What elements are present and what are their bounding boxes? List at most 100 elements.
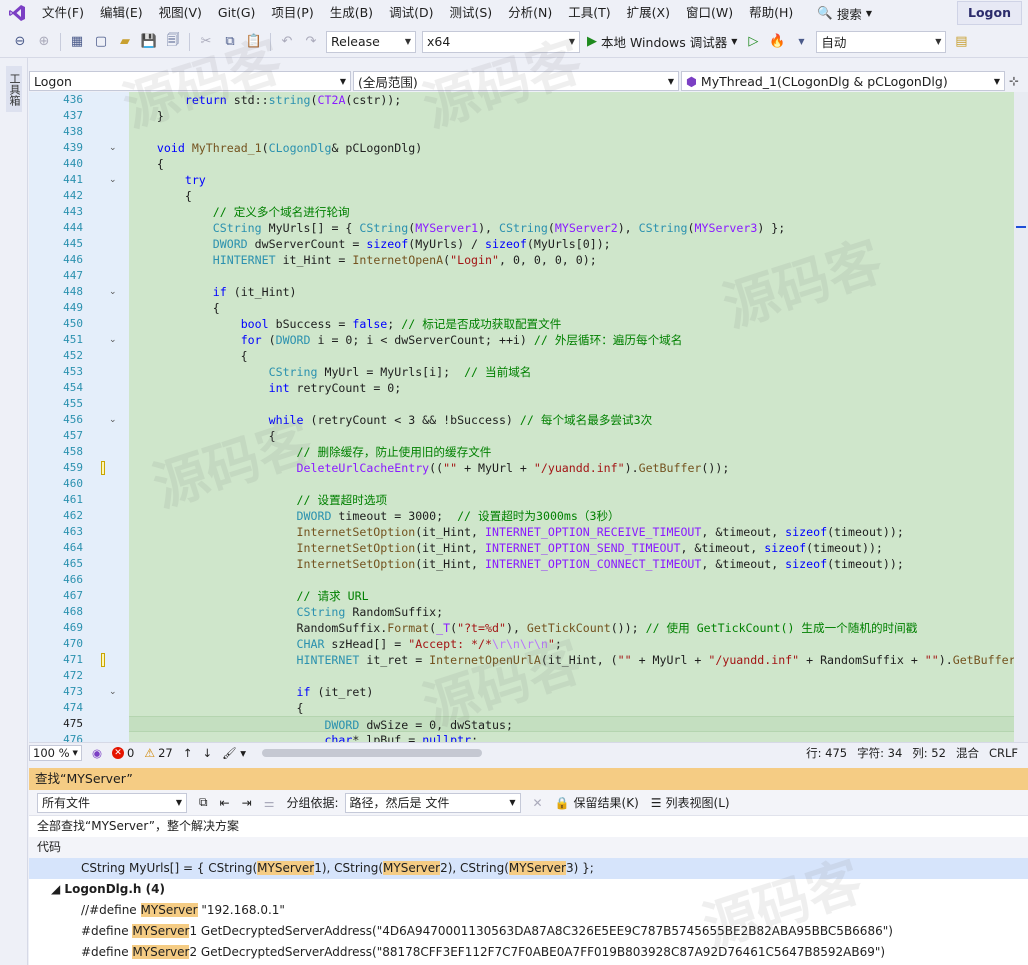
- code-line[interactable]: 474 {: [29, 700, 1028, 716]
- code-text[interactable]: {: [129, 428, 1028, 444]
- code-line[interactable]: 464 InternetSetOption(it_Hint, INTERNET_…: [29, 540, 1028, 556]
- list-view-button[interactable]: ☰ 列表视图(L): [651, 794, 730, 811]
- code-line[interactable]: 461 // 设置超时选项: [29, 492, 1028, 508]
- keep-results-button[interactable]: 🔒 保留结果(K): [555, 794, 639, 811]
- fold-chevron-icon[interactable]: ⌄: [109, 175, 119, 185]
- code-line[interactable]: 457 {: [29, 428, 1028, 444]
- horizontal-scrollbar[interactable]: [262, 748, 483, 757]
- code-text[interactable]: DWORD dwServerCount = sizeof(MyUrls) / s…: [129, 236, 1028, 252]
- save-all-icon[interactable]: 🗐: [162, 31, 184, 53]
- fold-chevron-icon[interactable]: ⌄: [109, 143, 119, 153]
- code-line[interactable]: 467 // 请求 URL: [29, 588, 1028, 604]
- code-line[interactable]: 443 // 定义多个域名进行轮询: [29, 204, 1028, 220]
- code-line[interactable]: 446 HINTERNET it_Hint = InternetOpenA("L…: [29, 252, 1028, 268]
- clear-icon[interactable]: ✕: [533, 796, 543, 810]
- code-text[interactable]: {: [129, 156, 1028, 172]
- search-button[interactable]: 🔍 搜索 ▼: [809, 2, 880, 24]
- code-line[interactable]: 472: [29, 668, 1028, 684]
- code-text[interactable]: if (it_ret): [129, 684, 1028, 700]
- previous-issue-icon[interactable]: ↑: [183, 746, 193, 760]
- new-project-icon[interactable]: ▦: [66, 31, 88, 53]
- code-text[interactable]: HINTERNET it_ret = InternetOpenUrlA(it_H…: [129, 652, 1028, 668]
- error-count[interactable]: ✕ 0: [111, 746, 134, 760]
- vertical-scrollbar[interactable]: [1014, 92, 1028, 742]
- previous-result-icon[interactable]: ⇤: [220, 796, 230, 810]
- code-text[interactable]: char* lpBuf = nullptr;: [129, 732, 1028, 742]
- code-line[interactable]: 448 ⌄ if (it_Hint): [29, 284, 1028, 300]
- code-line[interactable]: 476 char* lpBuf = nullptr;: [29, 732, 1028, 742]
- warning-count[interactable]: ⚠ 27: [144, 746, 172, 760]
- char-position[interactable]: 字符: 34: [857, 745, 902, 761]
- group-by-select[interactable]: 路径，然后是 文件 ▼: [344, 792, 521, 813]
- member-select[interactable]: ⬢ MyThread_1(CLogonDlg & pCLogonDlg) ▼: [681, 71, 1005, 91]
- chevron-down-icon[interactable]: ▼: [790, 31, 812, 53]
- fold-chevron-icon[interactable]: ⌄: [109, 687, 119, 697]
- solution-name-badge[interactable]: Logon: [957, 1, 1022, 25]
- code-line[interactable]: 450 bool bSuccess = false; // 标记是否成功获取配置…: [29, 316, 1028, 332]
- save-icon[interactable]: 💾: [138, 31, 160, 53]
- fold-chevron-icon[interactable]: ⌄: [109, 415, 119, 425]
- code-line[interactable]: 462 DWORD timeout = 3000; // 设置超时为3000ms…: [29, 508, 1028, 524]
- back-icon[interactable]: ⊖: [9, 31, 31, 53]
- code-text[interactable]: InternetSetOption(it_Hint, INTERNET_OPTI…: [129, 524, 1028, 540]
- code-text[interactable]: // 设置超时选项: [129, 492, 1028, 508]
- code-line[interactable]: 475 DWORD dwSize = 0, dwStatus;: [29, 716, 1028, 732]
- code-text[interactable]: // 删除缓存，防止使用旧的缓存文件: [129, 444, 1028, 460]
- code-line[interactable]: 463 InternetSetOption(it_Hint, INTERNET_…: [29, 524, 1028, 540]
- code-line[interactable]: 466: [29, 572, 1028, 588]
- platform-select[interactable]: x64 ▼: [422, 30, 580, 53]
- code-line[interactable]: 468 CString RandomSuffix;: [29, 604, 1028, 620]
- split-editor-icon[interactable]: ⊹: [1007, 74, 1021, 88]
- code-line[interactable]: 458 // 删除缓存，防止使用旧的缓存文件: [29, 444, 1028, 460]
- menu-item[interactable]: 生成(B): [322, 0, 381, 26]
- cut-icon[interactable]: ✂: [195, 31, 217, 53]
- code-text[interactable]: CString MyUrl = MyUrls[i]; // 当前域名: [129, 364, 1028, 380]
- code-text[interactable]: CString RandomSuffix;: [129, 604, 1028, 620]
- code-text[interactable]: while (retryCount < 3 && !bSuccess) // 每…: [129, 412, 1028, 428]
- find-results-title[interactable]: 查找“MYServer”: [29, 768, 1028, 790]
- code-line[interactable]: 455: [29, 396, 1028, 412]
- menu-item[interactable]: Git(G): [210, 0, 264, 26]
- menu-item[interactable]: 文件(F): [34, 0, 92, 26]
- code-line[interactable]: 442 {: [29, 188, 1028, 204]
- code-line[interactable]: 465 InternetSetOption(it_Hint, INTERNET_…: [29, 556, 1028, 572]
- code-text[interactable]: [129, 268, 1028, 284]
- find-result-row[interactable]: #define MYServer1 GetDecryptedServerAddr…: [29, 921, 1028, 942]
- open-folder-icon[interactable]: ▰: [114, 31, 136, 53]
- code-line[interactable]: 436 return std::string(CT2A(cstr));: [29, 92, 1028, 108]
- forward-icon[interactable]: ⊕: [33, 31, 55, 53]
- code-text[interactable]: for (DWORD i = 0; i < dwServerCount; ++i…: [129, 332, 1028, 348]
- code-text[interactable]: // 请求 URL: [129, 588, 1028, 604]
- redo-icon[interactable]: ↷: [300, 31, 322, 53]
- menu-item[interactable]: 视图(V): [151, 0, 210, 26]
- find-file-group[interactable]: ◢ LogonDlg.h (4): [29, 879, 1028, 900]
- code-line[interactable]: 471 HINTERNET it_ret = InternetOpenUrlA(…: [29, 652, 1028, 668]
- code-text[interactable]: InternetSetOption(it_Hint, INTERNET_OPTI…: [129, 556, 1028, 572]
- code-text[interactable]: {: [129, 188, 1028, 204]
- cleanup-icon[interactable]: 🖌 ▾: [222, 746, 246, 760]
- code-text[interactable]: return std::string(CT2A(cstr));: [129, 92, 1028, 108]
- new-item-icon[interactable]: ▢: [90, 31, 112, 53]
- code-text[interactable]: InternetSetOption(it_Hint, INTERNET_OPTI…: [129, 540, 1028, 556]
- code-line[interactable]: 447: [29, 268, 1028, 284]
- code-text[interactable]: if (it_Hint): [129, 284, 1028, 300]
- menu-item[interactable]: 工具(T): [560, 0, 618, 26]
- copy-results-icon[interactable]: ⧉: [199, 795, 208, 810]
- fold-chevron-icon[interactable]: ⌄: [109, 287, 119, 297]
- menu-item[interactable]: 编辑(E): [92, 0, 151, 26]
- copilot-icon[interactable]: ◉: [92, 746, 102, 760]
- menu-item[interactable]: 项目(P): [263, 0, 321, 26]
- code-text[interactable]: void MyThread_1(CLogonDlg& pCLogonDlg): [129, 140, 1028, 156]
- project-select[interactable]: Logon ▼: [29, 71, 351, 91]
- code-text[interactable]: CString MyUrls[] = { CString(MYServer1),…: [129, 220, 1028, 236]
- code-text[interactable]: [129, 396, 1028, 412]
- menu-item[interactable]: 测试(S): [441, 0, 500, 26]
- start-debugging-button[interactable]: ▶ 本地 Windows 调试器 ▼: [583, 32, 741, 51]
- code-text[interactable]: [129, 476, 1028, 492]
- code-line[interactable]: 437 }: [29, 108, 1028, 124]
- code-line[interactable]: 440 {: [29, 156, 1028, 172]
- code-line[interactable]: 452 {: [29, 348, 1028, 364]
- configuration-select[interactable]: Release ▼: [326, 30, 416, 53]
- visual-studio-logo-icon[interactable]: [0, 0, 34, 26]
- menu-item[interactable]: 分析(N): [500, 0, 560, 26]
